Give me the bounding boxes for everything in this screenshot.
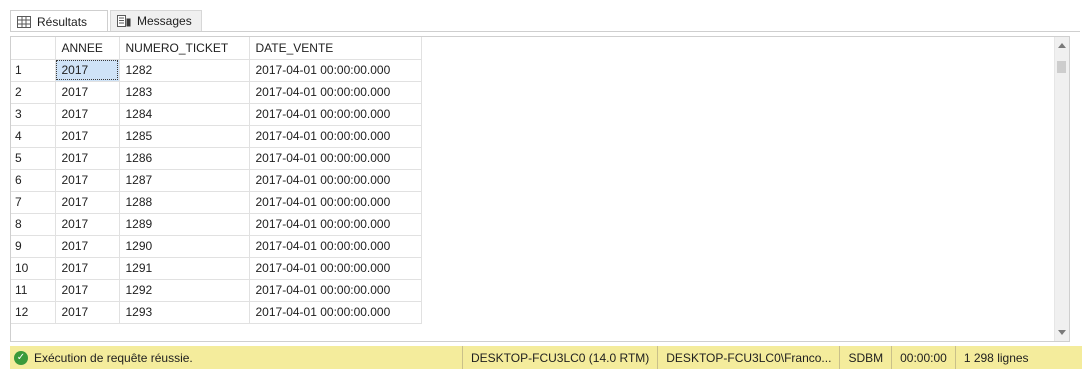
- date-vente-cell[interactable]: 2017-04-01 00:00:00.000: [249, 147, 422, 170]
- date-vente-cell[interactable]: 2017-04-01 00:00:00.000: [249, 81, 422, 104]
- row-number-cell[interactable]: 2: [11, 81, 56, 104]
- status-server: DESKTOP-FCU3LC0 (14.0 RTM): [462, 346, 657, 369]
- row-number-cell[interactable]: 10: [11, 257, 56, 280]
- table-row[interactable]: 11 2017 1292 2017-04-01 00:00:00.000: [11, 279, 422, 302]
- row-number-cell[interactable]: 3: [11, 103, 56, 126]
- numero-ticket-cell[interactable]: 1291: [119, 257, 250, 280]
- row-number-cell[interactable]: 4: [11, 125, 56, 148]
- status-user: DESKTOP-FCU3LC0\Franco...: [657, 346, 839, 369]
- tab-messages[interactable]: Messages: [110, 10, 202, 32]
- status-database: SDBM: [839, 346, 891, 369]
- scroll-up-icon[interactable]: [1058, 43, 1066, 48]
- table-row[interactable]: 6 2017 1287 2017-04-01 00:00:00.000: [11, 169, 422, 192]
- date-vente-cell[interactable]: 2017-04-01 00:00:00.000: [249, 191, 422, 214]
- annee-cell[interactable]: 2017: [55, 213, 120, 236]
- row-number-header[interactable]: [11, 37, 56, 60]
- annee-cell[interactable]: 2017: [55, 59, 120, 82]
- results-table: ANNEE NUMERO_TICKET DATE_VENTE 1 2017 1282…: [11, 37, 422, 324]
- status-elapsed: 00:00:00: [891, 346, 955, 369]
- annee-cell[interactable]: 2017: [55, 191, 120, 214]
- grid-body: 1 2017 1282 2017-04-01 00:00:00.000 2 2017 128…: [11, 59, 422, 324]
- tab-messages-label: Messages: [137, 14, 192, 28]
- numero-ticket-cell[interactable]: 1285: [119, 125, 250, 148]
- row-number-cell[interactable]: 9: [11, 235, 56, 258]
- vertical-scrollbar[interactable]: [1054, 37, 1069, 341]
- header-row: ANNEE NUMERO_TICKET DATE_VENTE: [11, 37, 422, 60]
- row-number-cell[interactable]: 1: [11, 59, 56, 82]
- table-row[interactable]: 9 2017 1290 2017-04-01 00:00:00.000: [11, 235, 422, 258]
- date-vente-cell[interactable]: 2017-04-01 00:00:00.000: [249, 235, 422, 258]
- result-tabstrip: Résultats Messages: [0, 0, 1082, 34]
- status-message: Exécution de requête réussie.: [34, 350, 193, 365]
- date-vente-cell[interactable]: 2017-04-01 00:00:00.000: [249, 301, 422, 324]
- column-header-date-vente[interactable]: DATE_VENTE: [249, 37, 422, 60]
- tab-divider: [10, 31, 1080, 32]
- numero-ticket-cell[interactable]: 1292: [119, 279, 250, 302]
- tab-results[interactable]: Résultats: [10, 10, 108, 32]
- row-number-cell[interactable]: 11: [11, 279, 56, 302]
- grid-icon: [17, 15, 31, 28]
- column-header-numero-ticket[interactable]: NUMERO_TICKET: [119, 37, 250, 60]
- table-row[interactable]: 10 2017 1291 2017-04-01 00:00:00.000: [11, 257, 422, 280]
- numero-ticket-cell[interactable]: 1290: [119, 235, 250, 258]
- date-vente-cell[interactable]: 2017-04-01 00:00:00.000: [249, 257, 422, 280]
- row-number-cell[interactable]: 5: [11, 147, 56, 170]
- annee-cell[interactable]: 2017: [55, 279, 120, 302]
- numero-ticket-cell[interactable]: 1282: [119, 59, 250, 82]
- scroll-thumb[interactable]: [1057, 61, 1066, 73]
- annee-cell[interactable]: 2017: [55, 81, 120, 104]
- annee-cell[interactable]: 2017: [55, 235, 120, 258]
- column-header-annee[interactable]: ANNEE: [55, 37, 120, 60]
- numero-ticket-cell[interactable]: 1293: [119, 301, 250, 324]
- table-row[interactable]: 2 2017 1283 2017-04-01 00:00:00.000: [11, 81, 422, 104]
- status-bar: ✓ Exécution de requête réussie. DESKTOP-…: [10, 346, 1082, 369]
- annee-cell[interactable]: 2017: [55, 169, 120, 192]
- annee-cell[interactable]: 2017: [55, 257, 120, 280]
- table-row[interactable]: 12 2017 1293 2017-04-01 00:00:00.000: [11, 301, 422, 324]
- table-row[interactable]: 3 2017 1284 2017-04-01 00:00:00.000: [11, 103, 422, 126]
- scroll-down-icon[interactable]: [1058, 330, 1066, 335]
- table-row[interactable]: 1 2017 1282 2017-04-01 00:00:00.000: [11, 59, 422, 82]
- annee-cell[interactable]: 2017: [55, 125, 120, 148]
- date-vente-cell[interactable]: 2017-04-01 00:00:00.000: [249, 125, 422, 148]
- table-row[interactable]: 4 2017 1285 2017-04-01 00:00:00.000: [11, 125, 422, 148]
- numero-ticket-cell[interactable]: 1288: [119, 191, 250, 214]
- tab-results-label: Résultats: [37, 14, 88, 29]
- date-vente-cell[interactable]: 2017-04-01 00:00:00.000: [249, 169, 422, 192]
- numero-ticket-cell[interactable]: 1286: [119, 147, 250, 170]
- date-vente-cell[interactable]: 2017-04-01 00:00:00.000: [249, 59, 422, 82]
- date-vente-cell[interactable]: 2017-04-01 00:00:00.000: [249, 213, 422, 236]
- date-vente-cell[interactable]: 2017-04-01 00:00:00.000: [249, 103, 422, 126]
- table-row[interactable]: 7 2017 1288 2017-04-01 00:00:00.000: [11, 191, 422, 214]
- messages-icon: [117, 15, 131, 27]
- date-vente-cell[interactable]: 2017-04-01 00:00:00.000: [249, 279, 422, 302]
- numero-ticket-cell[interactable]: 1284: [119, 103, 250, 126]
- table-row[interactable]: 8 2017 1289 2017-04-01 00:00:00.000: [11, 213, 422, 236]
- success-check-icon: ✓: [14, 350, 28, 365]
- annee-cell[interactable]: 2017: [55, 301, 120, 324]
- status-message-area: ✓ Exécution de requête réussie.: [10, 350, 462, 365]
- numero-ticket-cell[interactable]: 1289: [119, 213, 250, 236]
- annee-cell[interactable]: 2017: [55, 147, 120, 170]
- numero-ticket-cell[interactable]: 1287: [119, 169, 250, 192]
- row-number-cell[interactable]: 6: [11, 169, 56, 192]
- row-number-cell[interactable]: 7: [11, 191, 56, 214]
- row-number-cell[interactable]: 8: [11, 213, 56, 236]
- status-row-count: 1 298 lignes: [954, 346, 1037, 369]
- row-number-cell[interactable]: 12: [11, 301, 56, 324]
- results-grid[interactable]: ANNEE NUMERO_TICKET DATE_VENTE 1 2017 1282…: [10, 36, 1070, 342]
- annee-cell[interactable]: 2017: [55, 103, 120, 126]
- numero-ticket-cell[interactable]: 1283: [119, 81, 250, 104]
- table-row[interactable]: 5 2017 1286 2017-04-01 00:00:00.000: [11, 147, 422, 170]
